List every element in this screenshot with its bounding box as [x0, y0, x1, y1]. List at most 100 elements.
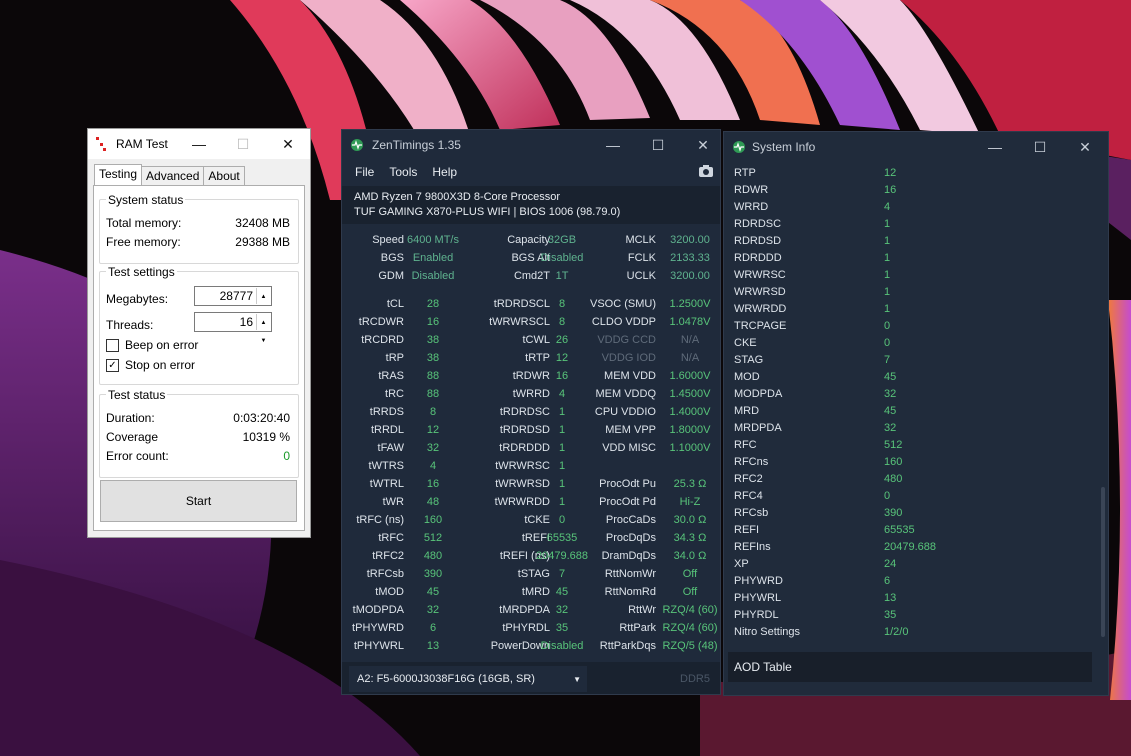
sysinfo-key: RDRDSD [734, 235, 782, 247]
timing-value: 32 [426, 604, 440, 616]
sysinfo-key: REFI [734, 524, 760, 536]
dimm-select[interactable]: A2: F5-6000J3038F16G (16GB, SR) ▼ [349, 666, 587, 692]
timing-value: RZQ/4 (60) [662, 604, 718, 616]
timing-value: 16 [426, 478, 440, 490]
sysinfo-row: TRCPAGE 0 [734, 320, 1034, 337]
sysinfo-value: 390 [884, 507, 903, 519]
zentimings-window: ZenTimings 1.35 — ☐ ✕ File Tools Help AM… [341, 129, 721, 695]
sysinfo-key: XP [734, 558, 749, 570]
close-icon[interactable]: ✕ [1062, 132, 1108, 162]
timing-label: tRC [385, 388, 404, 400]
menu-bar: File Tools Help [342, 160, 720, 184]
system-info-window: System Info — ☐ ✕ RTP 12 RDWR 16 WRRD 4 RDRDSC… [723, 131, 1109, 696]
sysinfo-key: MODPDA [734, 388, 783, 400]
sysinfo-value: 512 [884, 439, 903, 451]
system-status-group: System status Total memory: 32408 MB Free… [99, 193, 299, 264]
board-name: TUF GAMING X870-PLUS WIFI | BIOS 1006 (9… [354, 206, 621, 218]
tab-testing[interactable]: Testing [94, 164, 143, 185]
minimize-icon[interactable]: — [590, 130, 636, 160]
test-status-group: Test status Duration: 0:03:20:40 Coverage… [99, 388, 299, 478]
timing-label: tMODPDA [352, 604, 404, 616]
timing-label: DramDqDs [601, 550, 656, 562]
minimize-icon[interactable]: — [176, 129, 222, 159]
sysinfo-value: 1 [884, 235, 891, 247]
ramtest-app-icon [96, 137, 106, 151]
timing-value: 34.0 Ω [673, 550, 707, 562]
tab-about[interactable]: About [203, 166, 245, 185]
sysinfo-value: 7 [884, 354, 891, 366]
timing-label: Speed [372, 234, 404, 246]
sysinfo-key: RDRDSC [734, 218, 782, 230]
timing-label: MEM VPP [605, 424, 656, 436]
menu-tools[interactable]: Tools [389, 165, 417, 179]
spinner-icon[interactable]: ▲▼ [256, 288, 270, 318]
spinner-icon[interactable]: ▲▼ [256, 314, 270, 344]
window-title: ZenTimings 1.35 [372, 138, 461, 152]
timing-label: MCLK [625, 234, 656, 246]
megabytes-field[interactable]: 28777▲▼ [194, 286, 272, 318]
sysinfo-key: RFCns [734, 456, 769, 468]
checkbox-icon[interactable] [106, 338, 119, 352]
timing-label: RttWr [628, 604, 656, 616]
sysinfo-row: WRRD 4 [734, 201, 1034, 218]
timing-value: RZQ/5 (48) [662, 640, 718, 652]
coverage-label: Coverage [106, 430, 159, 444]
timing-label: MEM VDDQ [595, 388, 657, 400]
start-button[interactable]: Start [100, 480, 297, 522]
window-title: RAM Test [116, 137, 168, 151]
sysinfo-value: 65535 [884, 524, 915, 536]
timing-label: tMOD [375, 586, 404, 598]
sysinfo-value: 0 [884, 320, 891, 332]
minimize-icon[interactable]: — [972, 132, 1018, 162]
timing-label: tRAS [378, 370, 404, 382]
stop-on-error-checkbox[interactable]: ✓ Stop on error [106, 358, 195, 372]
sysinfo-value: 32 [884, 388, 897, 400]
timing-label: tWTRL [369, 478, 404, 490]
threads-field[interactable]: 16 ▲ ▼ [194, 312, 272, 344]
maximize-icon[interactable]: ☐ [1017, 132, 1063, 162]
coverage-value: 10319 % [242, 430, 290, 444]
sysinfo-row: MOD 45 [734, 371, 1034, 388]
sysinfo-key: RFC [734, 439, 757, 451]
menu-file[interactable]: File [355, 165, 374, 179]
timing-label: ProcOdt Pd [599, 496, 656, 508]
timing-label: tRP [385, 352, 404, 364]
sysinfo-key: WRWRDD [734, 303, 787, 315]
timing-value: 38 [426, 352, 440, 364]
sysinfo-row: RFC 512 [734, 439, 1034, 456]
timing-label: tRFC2 [372, 550, 404, 562]
timing-value: 4 [429, 460, 437, 472]
sysinfo-key: WRWRSD [734, 286, 786, 298]
sysinfo-key: RFCsb [734, 507, 769, 519]
timing-label: UCLK [626, 270, 656, 282]
ramtest-titlebar[interactable]: RAM Test — ☐ ✕ [88, 129, 310, 159]
maximize-icon[interactable]: ☐ [220, 129, 266, 159]
scrollbar[interactable] [1101, 487, 1105, 637]
sysinfo-row: WRWRSC 1 [734, 269, 1034, 286]
sysinfo-key: MOD [734, 371, 760, 383]
maximize-icon[interactable]: ☐ [635, 130, 681, 160]
sysinfo-row: MRD 45 [734, 405, 1034, 422]
sysinfo-key: WRWRSC [734, 269, 786, 281]
tab-advanced[interactable]: Advanced [141, 166, 205, 185]
aod-table-header[interactable]: AOD Table [728, 652, 1092, 682]
close-icon[interactable]: ✕ [265, 129, 311, 159]
sysinfo-row: RFC4 0 [734, 490, 1034, 507]
sysinfo-value: 16 [884, 184, 897, 196]
zentimings-titlebar[interactable]: ZenTimings 1.35 — ☐ ✕ [342, 130, 720, 160]
sysinfo-titlebar[interactable]: System Info — ☐ ✕ [724, 132, 1108, 162]
sysinfo-row: PHYWRD 6 [734, 575, 1034, 592]
sysinfo-value: 4 [884, 201, 891, 213]
timing-label: ProcOdt Pu [599, 478, 656, 490]
dimm-footer: A2: F5-6000J3038F16G (16GB, SR) ▼ DDR5 [342, 662, 720, 694]
sysinfo-key: TRCPAGE [734, 320, 787, 332]
close-icon[interactable]: ✕ [680, 130, 726, 160]
sysinfo-value: 35 [884, 609, 897, 621]
camera-icon[interactable] [698, 164, 714, 178]
sysinfo-row: MODPDA 32 [734, 388, 1034, 405]
checkmark-icon[interactable]: ✓ [106, 358, 119, 372]
beep-on-error-checkbox[interactable]: Beep on error [106, 338, 198, 352]
menu-help[interactable]: Help [432, 165, 457, 179]
timing-value: 1.4000V [669, 406, 711, 418]
timing-value: 1.2500V [669, 298, 711, 310]
